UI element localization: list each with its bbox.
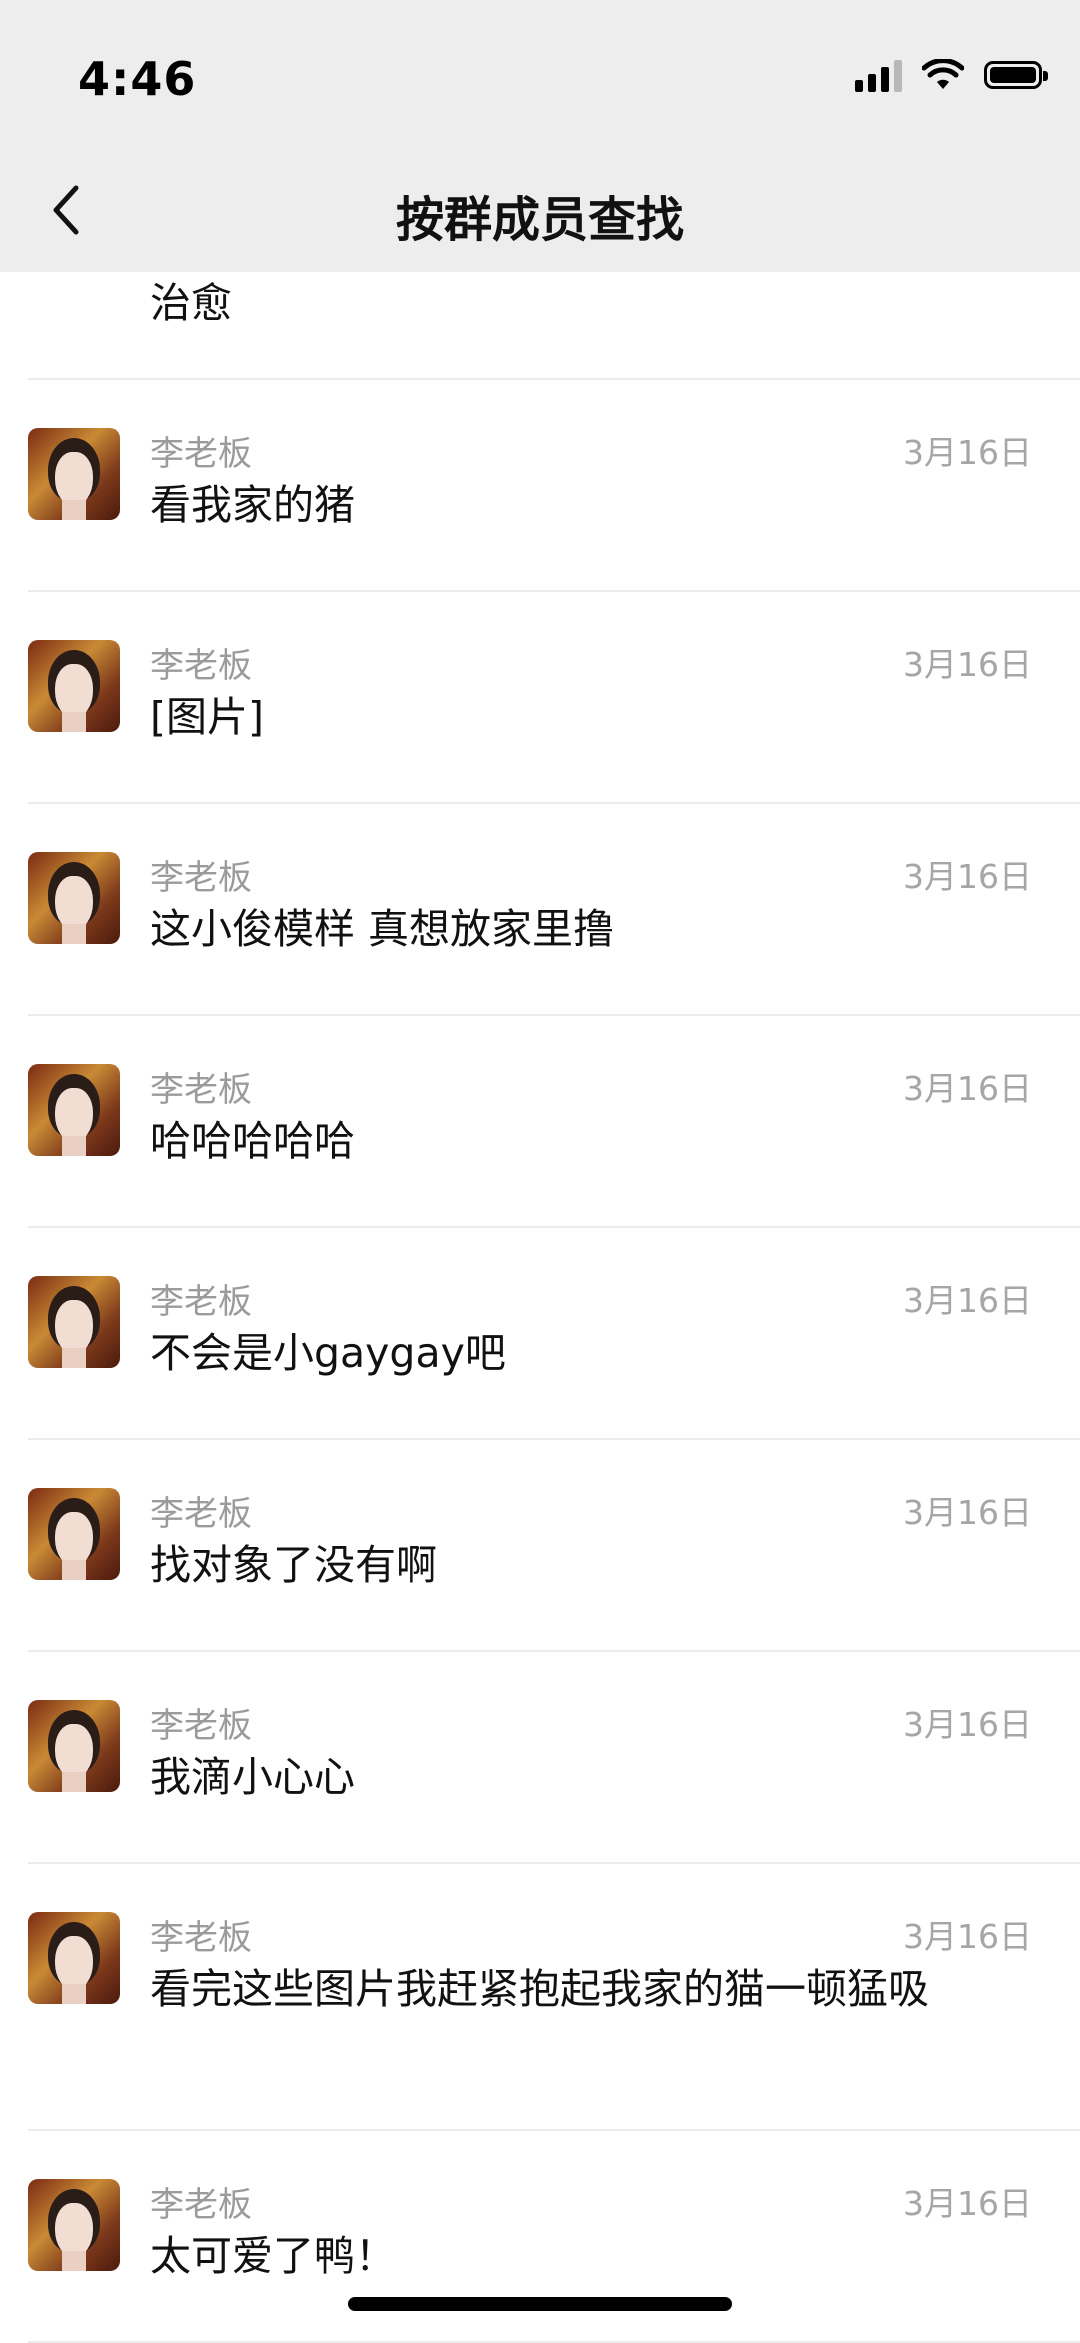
page-title: 按群成员查找 <box>395 192 684 248</box>
status-icons <box>855 58 1048 92</box>
sender-name: 李老板 <box>150 434 252 474</box>
list-item[interactable]: 李老板 3月16日 哈哈哈哈哈 <box>28 1016 1080 1228</box>
sender-name: 李老板 <box>150 2185 252 2225</box>
sender-name: 李老板 <box>150 1706 252 1746</box>
message-date: 3月16日 <box>903 1493 1032 1532</box>
message-content: 哈哈哈哈哈 <box>150 1117 355 1165</box>
list-item[interactable]: 李老板 3月16日 太可爱了鸭！ <box>28 2131 1080 2343</box>
sender-name: 李老板 <box>150 1494 252 1534</box>
sender-name: 李老板 <box>150 646 252 686</box>
list-item[interactable]: 李老板 3月16日 这小俊模样 真想放家里撸 <box>28 804 1080 1016</box>
avatar[interactable] <box>28 640 120 732</box>
cellular-signal-icon <box>855 58 902 92</box>
avatar[interactable] <box>28 1488 120 1580</box>
message-content: 太可爱了鸭！ <box>150 2232 396 2280</box>
list-item[interactable]: 李老板 3月16日 不会是小gaygay吧 <box>28 1228 1080 1440</box>
sender-name: 李老板 <box>150 1918 252 1958</box>
avatar[interactable] <box>28 1276 120 1368</box>
list-item[interactable]: 李老板 3月16日 [图片] <box>28 592 1080 804</box>
list-item[interactable]: 李老板 3月16日 看完这些图片我赶紧抱起我家的猫一顿猛吸 <box>28 1864 1080 2131</box>
message-content: 不会是小gaygay吧 <box>150 1329 506 1377</box>
message-content: 看我家的猪 <box>150 481 355 529</box>
message-content: 看完这些图片我赶紧抱起我家的猫一顿猛吸 <box>150 1965 929 2013</box>
battery-icon <box>984 61 1048 89</box>
message-content: 我滴小心心 <box>150 1753 355 1801</box>
list-item[interactable]: 李老板 3月16日 我滴小心心 <box>28 1652 1080 1864</box>
message-date: 3月16日 <box>903 1069 1032 1108</box>
wifi-icon <box>922 59 964 89</box>
list-item[interactable]: 李老板 3月16日 看我家的猪 <box>28 380 1080 592</box>
message-date: 3月16日 <box>903 645 1032 684</box>
message-date: 3月16日 <box>903 857 1032 896</box>
message-content: 治愈 <box>150 279 232 327</box>
list-item[interactable]: 李老板 3月16日 找对象了没有啊 <box>28 1440 1080 1652</box>
avatar[interactable] <box>28 1064 120 1156</box>
status-bar: 4:46 <box>0 0 1080 150</box>
navigation-bar: 按群成员查找 <box>0 150 1080 272</box>
sender-name: 李老板 <box>150 858 252 898</box>
message-content: 这小俊模样 真想放家里撸 <box>150 905 615 953</box>
message-date: 3月16日 <box>903 433 1032 472</box>
message-content: [图片] <box>150 693 264 741</box>
avatar[interactable] <box>28 852 120 944</box>
avatar[interactable] <box>28 1912 120 2004</box>
message-date: 3月16日 <box>903 1917 1032 1956</box>
message-date: 3月16日 <box>903 2184 1032 2223</box>
status-time: 4:46 <box>78 52 197 106</box>
avatar[interactable] <box>28 428 120 520</box>
message-content: 找对象了没有啊 <box>150 1541 437 1589</box>
sender-name: 李老板 <box>150 1282 252 1322</box>
sender-name: 李老板 <box>150 1070 252 1110</box>
avatar[interactable] <box>28 1700 120 1792</box>
message-date: 3月16日 <box>903 1281 1032 1320</box>
message-date: 3月16日 <box>903 1705 1032 1744</box>
home-indicator[interactable] <box>348 2297 732 2311</box>
message-list: 治愈 李老板 3月16日 看我家的猪 李老板 3月16日 [图片] 李老板 3月… <box>0 164 1080 2343</box>
avatar[interactable] <box>28 2179 120 2271</box>
